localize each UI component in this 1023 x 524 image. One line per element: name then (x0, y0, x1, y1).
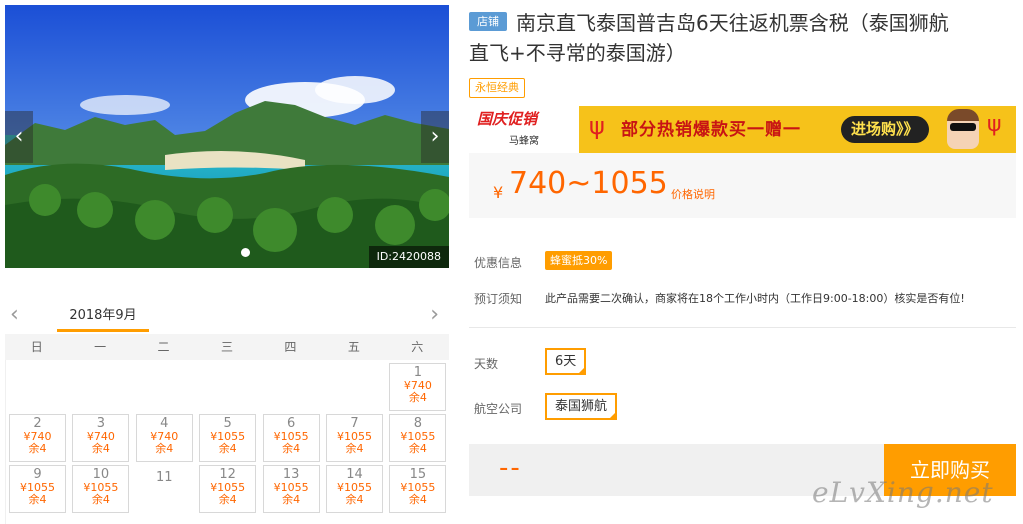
promo-badge-sub: 马蜂窝 (509, 136, 539, 147)
total-price: -- (499, 453, 522, 483)
price-explanation-link[interactable]: 价格说明 (671, 186, 715, 202)
calendar-day-number: 8 (413, 416, 423, 431)
promo-enter-button[interactable]: 进场购》》 (841, 116, 929, 143)
calendar-day-remaining: 余4 (408, 442, 427, 455)
calendar-day[interactable]: 10 ¥1055 余4 (72, 465, 130, 513)
calendar-day[interactable]: 15 ¥1055 余4 (389, 465, 447, 513)
calendar-day-number: 1 (413, 365, 423, 380)
photo-id-label: ID:2420088 (368, 246, 449, 268)
calendar-day-remaining: 余4 (408, 493, 427, 506)
classic-tag: 永恒经典 (469, 78, 525, 98)
calendar-day-remaining: 余4 (218, 442, 237, 455)
calendar-day-number: 15 (409, 467, 427, 482)
calendar-day[interactable]: 6 ¥1055 余4 (262, 414, 320, 462)
chevron-left-icon: ‹ (14, 124, 24, 149)
calendar-day-remaining: 余4 (282, 493, 301, 506)
weekday-label: 二 (157, 340, 170, 354)
calendar-weekday-header: 日 一 二 三 四 五 六 (5, 334, 449, 360)
promo-badge: 国庆促销 马蜂窝 (469, 106, 579, 153)
calendar-day-remaining: 余4 (408, 391, 427, 404)
calendar-day-number: 2 (33, 416, 42, 431)
calendar-prev-month-button[interactable]: ‹ (10, 302, 19, 327)
days-option-6[interactable]: 6天 (545, 348, 587, 375)
promo-banner[interactable]: 国庆促销 马蜂窝 ψ 部分热销爆款买一赠一 进场购》》 ψ (469, 106, 1016, 153)
calendar-day-remaining: 余4 (28, 442, 47, 455)
calendar-day-remaining: 余4 (345, 442, 364, 455)
calendar-day-number: 14 (346, 467, 363, 482)
calendar-day[interactable]: 5 ¥1055 余4 (199, 414, 257, 462)
calendar-day-number: 3 (96, 416, 106, 431)
calendar-nav: ‹ 2018年9月 › (5, 298, 449, 334)
carousel-prev-button[interactable]: ‹ (5, 111, 33, 163)
discount-label: 优惠信息 (474, 256, 523, 270)
calendar-day[interactable]: 8 ¥1055 余4 (389, 414, 447, 462)
calendar-day-remaining: 余4 (155, 442, 174, 455)
days-label: 天数 (474, 357, 499, 371)
booking-notice: 此产品需要二次确认，商家将在18个工作小时内（工作日9:00-18:00）核实是… (545, 292, 965, 305)
calendar-day-number: 9 (33, 467, 42, 482)
product-page: ‹ › ID:2420088 ‹ 2018年9月 › 日 一 二 三 四 五 六… (0, 0, 1023, 524)
calendar-day-remaining: 余4 (28, 493, 47, 506)
weekday-label: 日 (30, 340, 43, 354)
calendar-day[interactable]: 3 ¥740 余4 (72, 414, 130, 462)
calendar-day-number: 13 (282, 467, 300, 482)
calendar-day-number: 5 (223, 416, 232, 431)
calendar-month-tab[interactable]: 2018年9月 (57, 304, 149, 332)
calendar-day-number: 10 (92, 467, 110, 482)
calendar-day-remaining: 余4 (282, 442, 301, 455)
calendar-grid: 1 ¥740 余4 2 ¥740 余4 3 ¥740 余4 4 ¥740 余4 5 ¥1055 余4 6 ¥10… (5, 360, 449, 524)
calendar-day-number: 6 (286, 416, 296, 431)
title-line-1: 南京直飞泰国普吉岛6天往返机票含税（泰国狮航 (516, 11, 949, 35)
calendar-day[interactable]: 9 ¥1055 余4 (9, 465, 66, 513)
calendar-day: 11 (136, 465, 193, 513)
promo-text: 部分热销爆款买一赠一 (621, 120, 801, 140)
calendar-day-remaining: 余4 (91, 493, 110, 506)
price-box: ¥ 740~1055 价格说明 (469, 153, 1016, 218)
calendar-day-number: 12 (219, 467, 236, 482)
calendar-day[interactable]: 4 ¥740 余4 (135, 414, 193, 462)
cactus-icon: ψ (589, 112, 605, 140)
cactus-icon: ψ (987, 112, 1002, 137)
calendar-day[interactable]: 1 ¥740 余4 (389, 363, 447, 411)
calendar-day-number: 4 (160, 416, 169, 431)
shop-badge: 店铺 (469, 12, 507, 31)
price-range: 740~1055 (509, 166, 668, 201)
weekday-label: 三 (220, 340, 233, 354)
weekday-label: 六 (411, 340, 424, 354)
calendar-day[interactable]: 14 ¥1055 余4 (326, 465, 383, 513)
airline-label: 航空公司 (474, 402, 523, 416)
carousel-indicator-dot[interactable] (241, 248, 250, 257)
promo-badge-title: 国庆促销 (477, 110, 538, 128)
title-line-2: 直飞+不寻常的泰国游） (469, 41, 686, 65)
promo-character-icon (947, 109, 979, 149)
calendar-day[interactable]: 12 ¥1055 余4 (199, 465, 257, 513)
carousel-photo (5, 5, 449, 268)
airline-option-lion-air[interactable]: 泰国狮航 (545, 393, 618, 420)
site-watermark: eLvXing.net (812, 476, 994, 509)
calendar-day-number: 11 (156, 470, 173, 485)
weekday-label: 四 (284, 340, 297, 354)
calendar-day[interactable]: 7 ¥1055 余4 (326, 414, 383, 462)
divider (469, 327, 1016, 328)
calendar-day-remaining: 余4 (345, 493, 364, 506)
discount-badge: 蜂蜜抵30% (545, 251, 613, 270)
chevron-right-icon: › (430, 124, 440, 149)
calendar-day[interactable]: 2 ¥740 余4 (9, 414, 66, 462)
carousel-next-button[interactable]: › (421, 111, 449, 163)
product-title: 南京直飞泰国普吉岛6天往返机票含税（泰国狮航 直飞+不寻常的泰国游） (469, 8, 1016, 68)
calendar-day-number: 7 (350, 416, 359, 431)
weekday-label: 一 (94, 340, 107, 354)
calendar-day[interactable]: 13 ¥1055 余4 (262, 465, 320, 513)
calendar-next-month-button[interactable]: › (430, 302, 439, 327)
photo-carousel[interactable]: ‹ › ID:2420088 (5, 5, 449, 268)
calendar-day-remaining: 余4 (91, 442, 110, 455)
weekday-label: 五 (347, 340, 360, 354)
price-currency: ¥ (493, 183, 504, 202)
notice-label: 预订须知 (474, 292, 523, 306)
calendar-day-remaining: 余4 (218, 493, 237, 506)
